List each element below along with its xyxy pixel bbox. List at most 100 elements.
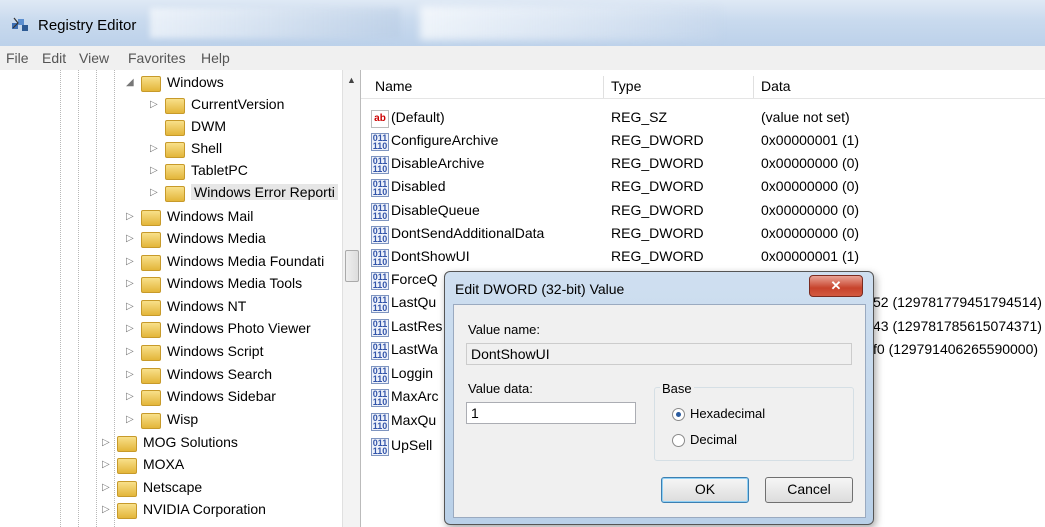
column-header-type[interactable]: Type	[611, 78, 641, 94]
hexadecimal-radio[interactable]: Hexadecimal	[672, 406, 792, 424]
window-title: Registry Editor	[38, 17, 137, 34]
value-data-input[interactable]	[466, 402, 636, 424]
dialog-title: Edit DWORD (32-bit) Value	[455, 281, 625, 297]
dialog-body: Value name: DontShowUI Value data: Base …	[453, 304, 866, 518]
table-row[interactable]: 011 110 Disabled REG_DWORD 0x00000000 (0)	[361, 177, 1045, 199]
dword-value-icon: 011 110	[371, 413, 389, 431]
ok-button[interactable]: OK	[661, 477, 749, 503]
value-name: DontShowUI	[391, 248, 470, 264]
tree-node-label: Windows Media Foundati	[167, 253, 325, 269]
expander-icon[interactable]: ▷	[126, 211, 138, 222]
dword-value-icon: 011 110	[371, 438, 389, 456]
expander-icon[interactable]: ▷	[126, 346, 138, 357]
expander-icon[interactable]: ▷	[126, 391, 138, 402]
value-data: (value not set)	[761, 109, 850, 125]
value-type: REG_DWORD	[611, 248, 704, 264]
expander-icon[interactable]: ▷	[126, 414, 138, 425]
table-row[interactable]: 011 110 DisableArchive REG_DWORD 0x00000000 …	[361, 154, 1045, 176]
registry-key-tree[interactable]: ▲ ◢ Windows ▷ CurrentVersion DWM ▷ Shell ▷ T…	[0, 70, 361, 527]
menu-view[interactable]: View	[79, 50, 109, 66]
menu-bar: File Edit View Favorites Help	[0, 46, 1045, 71]
scroll-up-icon[interactable]: ▲	[347, 75, 356, 85]
expander-icon[interactable]: ▷	[150, 187, 162, 198]
value-type: REG_DWORD	[611, 178, 704, 194]
tree-scrollbar[interactable]: ▲	[342, 70, 360, 527]
decimal-radio[interactable]: Decimal	[672, 432, 792, 450]
expander-icon[interactable]: ▷	[126, 278, 138, 289]
expander-icon[interactable]: ▷	[102, 482, 114, 493]
title-bar: Registry Editor	[0, 0, 1045, 46]
scroll-thumb[interactable]	[345, 250, 359, 282]
folder-icon	[141, 255, 161, 271]
dword-value-icon: 011 110	[371, 133, 389, 151]
value-name: MaxQu	[391, 412, 437, 428]
dword-value-icon: 011 110	[371, 272, 389, 290]
value-name: LastRes	[391, 318, 443, 334]
folder-icon	[141, 322, 161, 338]
cancel-button[interactable]: Cancel	[765, 477, 853, 503]
value-name: LastWa	[391, 341, 438, 357]
expander-icon[interactable]: ▷	[102, 437, 114, 448]
column-divider[interactable]	[753, 76, 754, 98]
dword-value-icon: 011 110	[371, 226, 389, 244]
value-name: UpSell	[391, 437, 433, 453]
expander-icon[interactable]: ▷	[150, 143, 162, 154]
expander-icon[interactable]: ▷	[150, 99, 162, 110]
expander-icon[interactable]: ▷	[126, 323, 138, 334]
string-value-icon: ab	[371, 110, 389, 128]
background-blur	[150, 8, 400, 38]
folder-icon	[141, 300, 161, 316]
expander-icon[interactable]: ▷	[102, 459, 114, 470]
menu-help[interactable]: Help	[201, 50, 230, 66]
folder-icon	[117, 458, 137, 474]
table-row[interactable]: 011 110 DontShowUI REG_DWORD 0x00000001 (1)	[361, 247, 1045, 269]
folder-icon	[141, 368, 161, 384]
value-name: DontSendAdditionalData	[391, 225, 545, 241]
value-data: 52 (129781779451794514)	[873, 294, 1042, 310]
radio-selected-icon	[672, 408, 685, 421]
expander-icon[interactable]: ▷	[102, 504, 114, 515]
value-name: LastQu	[391, 294, 437, 310]
value-data: 0x00000000 (0)	[761, 155, 860, 171]
dword-value-icon: 011 110	[371, 249, 389, 267]
radio-unselected-icon	[672, 434, 685, 447]
value-name: MaxArc	[391, 388, 439, 404]
table-row[interactable]: 011 110 ConfigureArchive REG_DWORD 0x0000000…	[361, 131, 1045, 153]
expander-icon[interactable]: ▷	[126, 233, 138, 244]
tree-node-label: MOG Solutions	[143, 434, 238, 450]
edit-dword-dialog: Edit DWORD (32-bit) Value ✕ Value name: …	[444, 271, 874, 525]
expander-icon[interactable]: ◢	[126, 77, 138, 88]
value-data: f0 (129791406265590000)	[873, 341, 1039, 357]
folder-icon	[141, 413, 161, 429]
dword-value-icon: 011 110	[371, 203, 389, 221]
tree-node-label: Windows Photo Viewer	[167, 320, 311, 336]
tree-node-label: Shell	[191, 140, 223, 156]
registry-editor-icon	[12, 17, 28, 31]
expander-icon[interactable]: ▷	[150, 165, 162, 176]
column-header-data[interactable]: Data	[761, 78, 791, 94]
value-type: REG_DWORD	[611, 155, 704, 171]
value-type: REG_SZ	[611, 109, 668, 125]
tree-node-label: Windows NT	[167, 298, 247, 314]
menu-edit[interactable]: Edit	[42, 50, 66, 66]
table-row[interactable]: 011 110 DontSendAdditionalData REG_DWORD 0x0…	[361, 224, 1045, 246]
value-name: Disabled	[391, 178, 446, 194]
expander-icon[interactable]: ▷	[126, 256, 138, 267]
menu-favorites[interactable]: Favorites	[128, 50, 186, 66]
close-button[interactable]: ✕	[809, 275, 863, 297]
folder-icon	[141, 277, 161, 293]
column-header-name[interactable]: Name	[375, 78, 412, 94]
column-divider[interactable]	[603, 76, 604, 98]
expander-icon[interactable]: ▷	[126, 301, 138, 312]
expander-icon[interactable]: ▷	[126, 369, 138, 380]
tree-node-label: Netscape	[143, 479, 203, 495]
value-data: 0x00000000 (0)	[761, 225, 860, 241]
menu-file[interactable]: File	[6, 50, 29, 66]
list-header: Name Type Data	[361, 76, 1045, 99]
tree-node-label: Windows	[167, 74, 224, 90]
tree-node-label: Windows Script	[167, 343, 264, 359]
table-row[interactable]: 011 110 DisableQueue REG_DWORD 0x00000000 (0…	[361, 201, 1045, 223]
table-row[interactable]: ab (Default) REG_SZ (value not set)	[361, 108, 1045, 130]
dword-value-icon: 011 110	[371, 366, 389, 384]
tree-node-label: Windows Mail	[167, 208, 254, 224]
